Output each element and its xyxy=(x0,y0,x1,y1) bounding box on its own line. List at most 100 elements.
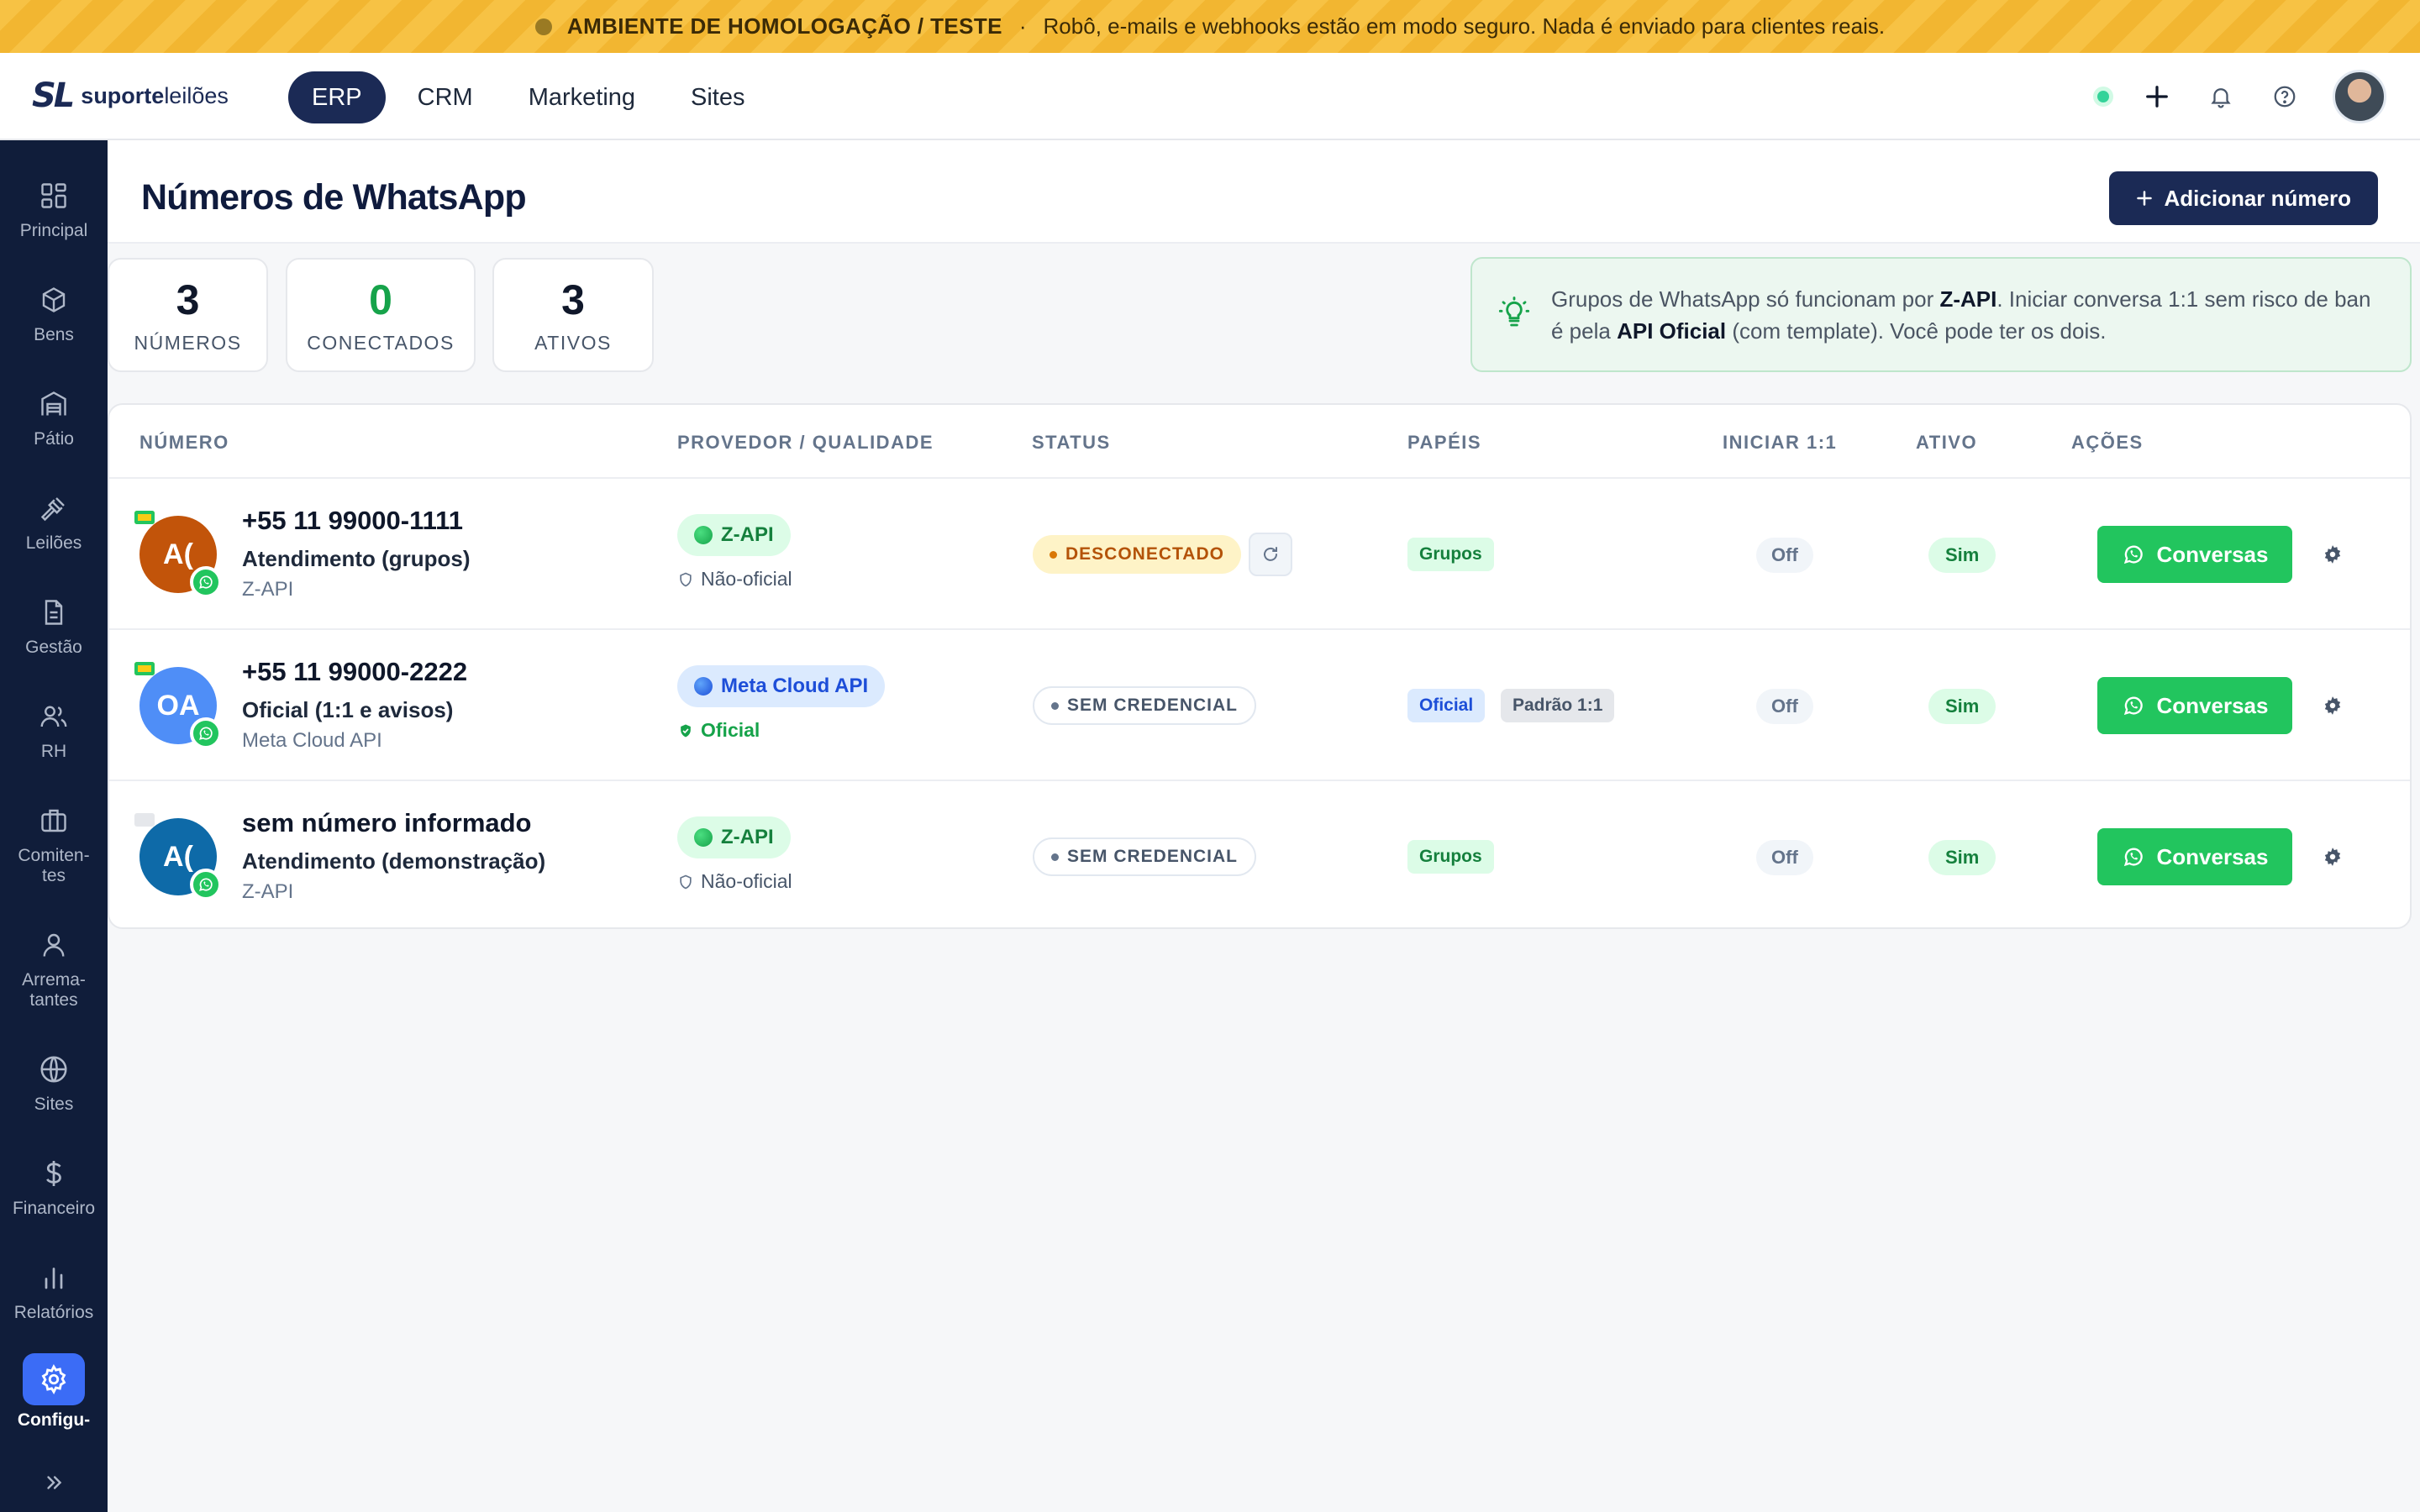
stat-card-conectados: 0 CONECTADOS xyxy=(286,258,476,372)
conversations-button[interactable]: Conversas xyxy=(2097,526,2292,583)
add-number-button[interactable]: Adicionar número xyxy=(2108,171,2378,225)
banner-separator: · xyxy=(1018,13,1027,39)
top-navigation: SL suporteleilões ERP CRM Marketing Site… xyxy=(0,53,2420,140)
sidebar-item-bens[interactable]: Bens xyxy=(0,280,108,345)
sidebar: Principal Bens Pátio Leilões Gestão RH C… xyxy=(0,140,108,1512)
dashboard-icon xyxy=(34,176,74,216)
tab-sites[interactable]: Sites xyxy=(667,71,768,123)
phone-number: +55 11 99000-2222 xyxy=(242,657,468,686)
whatsapp-icon xyxy=(190,717,222,749)
sidebar-item-financeiro[interactable]: Financeiro xyxy=(0,1153,108,1219)
sidebar-item-arrematantes[interactable]: Arrema- tantes xyxy=(0,925,108,1011)
whatsapp-icon xyxy=(190,566,222,598)
sidebar-item-gestao[interactable]: Gestão xyxy=(0,592,108,658)
sidebar-item-leiloes[interactable]: Leilões xyxy=(0,488,108,554)
nav-actions xyxy=(2097,70,2386,123)
provider-caption: Meta Cloud API xyxy=(242,729,382,752)
table-row: A( sem número informado Atendimento (dem… xyxy=(109,781,2410,927)
user-avatar[interactable] xyxy=(2333,70,2386,123)
warning-dot-icon xyxy=(534,18,552,35)
green-circle-icon xyxy=(694,526,713,544)
blue-circle-icon xyxy=(694,677,713,696)
active-badge[interactable]: Sim xyxy=(1928,538,1996,573)
brazil-flag-icon xyxy=(134,662,155,675)
sidebar-item-label: Leilões xyxy=(25,533,82,553)
conversations-button[interactable]: Conversas xyxy=(2097,828,2292,885)
sidebar-item-relatorios[interactable]: Relatórios xyxy=(0,1257,108,1323)
whatsapp-icon xyxy=(2123,696,2143,716)
iniciar-toggle[interactable]: Off xyxy=(1756,840,1813,875)
chevrons-right-icon xyxy=(34,1462,74,1503)
active-badge[interactable]: Sim xyxy=(1928,840,1996,875)
stat-card-numeros: 3 NÚMEROS xyxy=(108,258,268,372)
sidebar-item-principal[interactable]: Principal xyxy=(0,176,108,241)
iniciar-toggle[interactable]: Off xyxy=(1756,538,1813,573)
sidebar-item-patio[interactable]: Pátio xyxy=(0,384,108,449)
iniciar-toggle[interactable]: Off xyxy=(1756,689,1813,724)
quality-label: Não-oficial xyxy=(677,568,792,591)
column-header-numero: NÚMERO xyxy=(139,432,229,453)
refresh-button[interactable] xyxy=(1249,533,1292,576)
briefcase-icon xyxy=(34,801,74,841)
active-badge[interactable]: Sim xyxy=(1928,689,1996,724)
sidebar-item-rh[interactable]: RH xyxy=(0,696,108,762)
shield-icon xyxy=(680,874,692,889)
sidebar-item-label: Relatórios xyxy=(13,1303,94,1322)
role-badge: Oficial xyxy=(1407,689,1486,722)
table-row: A( +55 11 99000-1111 Atendimento (grupos… xyxy=(109,479,2410,630)
dollar-icon xyxy=(34,1153,74,1194)
column-header-papeis: PAPÉIS xyxy=(1407,432,1482,453)
page-header: Números de WhatsApp Adicionar número xyxy=(108,140,2420,244)
sidebar-item-label: Bens xyxy=(34,325,74,344)
provider-caption: Z-API xyxy=(242,880,294,903)
role-badge: Grupos xyxy=(1407,840,1494,874)
gear-icon[interactable] xyxy=(2319,692,2346,719)
provider-badge: Meta Cloud API xyxy=(677,665,886,707)
role-badge: Grupos xyxy=(1407,538,1494,571)
sidebar-item-label: Principal xyxy=(19,221,88,240)
quality-label: Oficial xyxy=(677,719,760,742)
sidebar-item-label: Financeiro xyxy=(12,1199,96,1218)
table-row: OA +55 11 99000-2222 Oficial (1:1 e avis… xyxy=(109,630,2410,781)
test-environment-banner: AMBIENTE DE HOMOLOGAÇÃO / TESTE · Robô, … xyxy=(0,0,2420,53)
stat-card-ativos: 3 ATIVOS xyxy=(492,258,654,372)
tab-marketing[interactable]: Marketing xyxy=(505,71,659,123)
sidebar-expand-button[interactable] xyxy=(0,1462,108,1503)
provider-badge: Z-API xyxy=(677,816,791,858)
bell-icon[interactable] xyxy=(2205,81,2237,113)
quality-label: Não-oficial xyxy=(677,870,792,893)
settings-icon xyxy=(23,1353,85,1405)
sidebar-item-sites[interactable]: Sites xyxy=(0,1049,108,1115)
gear-icon[interactable] xyxy=(2319,541,2346,568)
white-flag-icon xyxy=(134,813,155,827)
sidebar-item-label: Configu- xyxy=(17,1410,91,1430)
gear-icon[interactable] xyxy=(2319,843,2346,870)
help-icon[interactable] xyxy=(2269,81,2301,113)
plus-icon[interactable] xyxy=(2141,81,2173,113)
provider-badge: Z-API xyxy=(677,514,791,556)
number-label: Atendimento (grupos) xyxy=(242,546,471,571)
globe-icon xyxy=(34,1049,74,1089)
sidebar-item-comitentes[interactable]: Comiten- tes xyxy=(0,801,108,886)
shield-icon xyxy=(680,572,692,586)
column-header-ativo: ATIVO xyxy=(1916,432,1978,453)
stat-value: 3 xyxy=(176,276,200,323)
number-label: Oficial (1:1 e avisos) xyxy=(242,697,454,722)
people-icon xyxy=(34,696,74,737)
sidebar-item-label: RH xyxy=(40,742,67,761)
box-icon xyxy=(34,280,74,320)
refresh-icon xyxy=(1264,547,1277,561)
green-circle-icon xyxy=(694,828,713,847)
column-header-status: STATUS xyxy=(1032,432,1111,453)
logo-mark: SL xyxy=(32,76,75,115)
role-badge: Padrão 1:1 xyxy=(1501,689,1615,722)
tab-crm[interactable]: CRM xyxy=(394,71,497,123)
sidebar-item-label: Pátio xyxy=(34,429,74,449)
column-header-acoes: AÇÕES xyxy=(2071,432,2144,453)
sidebar-item-configuracoes[interactable]: Configu- xyxy=(0,1353,108,1446)
document-icon xyxy=(34,592,74,633)
tab-erp[interactable]: ERP xyxy=(288,71,386,123)
conversations-button[interactable]: Conversas xyxy=(2097,677,2292,734)
brand-logo[interactable]: SL suporteleilões xyxy=(32,76,229,115)
stat-caption: ATIVOS xyxy=(534,331,612,354)
